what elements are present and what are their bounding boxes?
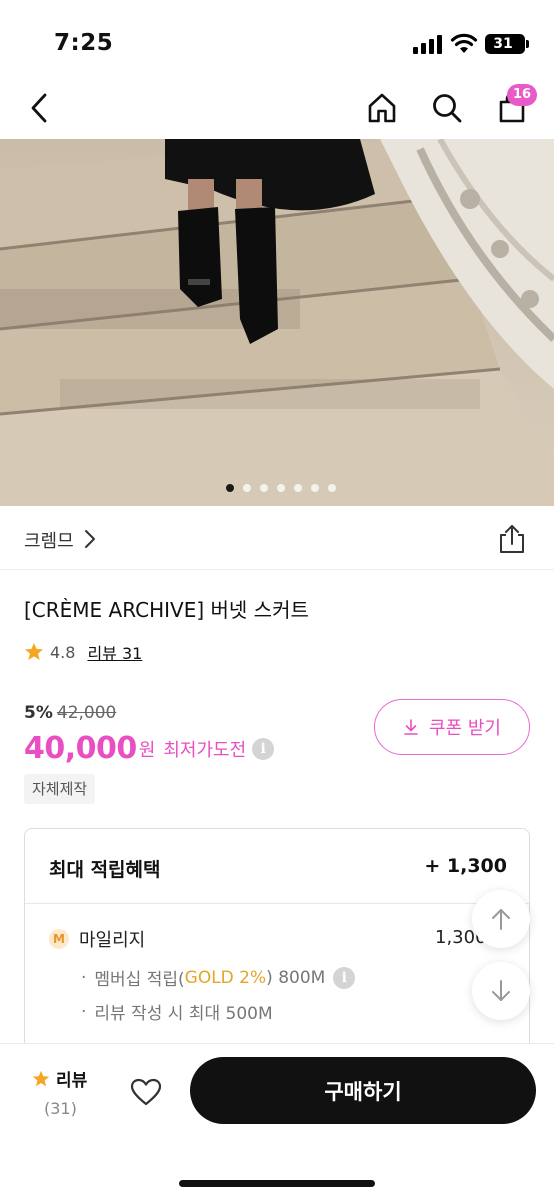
discount-row: 5% 42,000 bbox=[24, 703, 116, 723]
carousel-dot[interactable] bbox=[311, 484, 319, 492]
buy-button[interactable]: 구매하기 bbox=[190, 1057, 536, 1124]
points-title: 최대 적립혜택 bbox=[49, 859, 161, 881]
carousel-dot[interactable] bbox=[328, 484, 336, 492]
arrow-up-icon bbox=[492, 909, 510, 930]
carousel-dot[interactable] bbox=[294, 484, 302, 492]
cellular-signal-icon bbox=[413, 34, 443, 54]
product-image-carousel[interactable] bbox=[0, 139, 554, 506]
home-indicator bbox=[179, 1180, 375, 1187]
status-bar: 7:25 31 bbox=[0, 0, 554, 80]
mileage-row: M 마일리지 bbox=[49, 927, 145, 951]
price-unit: 원 bbox=[138, 740, 156, 761]
sale-price: 40,000 bbox=[24, 731, 137, 766]
search-icon bbox=[433, 94, 462, 123]
bullet: · bbox=[81, 967, 87, 988]
original-price: 42,000 bbox=[56, 703, 117, 723]
heart-icon bbox=[130, 1078, 162, 1106]
points-total: + 1,300 bbox=[424, 855, 507, 877]
info-icon[interactable]: i bbox=[252, 738, 275, 760]
cart-count-badge: 16 bbox=[507, 84, 538, 106]
battery-icon: 31 bbox=[485, 34, 529, 54]
wishlist-button[interactable] bbox=[124, 1072, 168, 1112]
home-icon bbox=[368, 93, 396, 123]
carousel-dot[interactable] bbox=[226, 484, 234, 492]
price-row: 40,000 원 최저가도전 i bbox=[24, 726, 275, 766]
carousel-dots bbox=[226, 482, 336, 494]
bottom-action-bar: 리뷰 (31) 구매하기 bbox=[0, 1044, 554, 1200]
product-photo bbox=[0, 139, 554, 506]
bullet: · bbox=[81, 1001, 87, 1022]
download-icon bbox=[404, 719, 418, 735]
buy-button-label: 구매하기 bbox=[324, 1079, 402, 1104]
product-title: [CRÈME ARCHIVE] 버넷 스커트 bbox=[24, 598, 309, 622]
wifi-icon bbox=[450, 33, 478, 53]
carousel-dot[interactable] bbox=[260, 484, 268, 492]
mileage-label: 마일리지 bbox=[79, 930, 146, 951]
bottom-review-count: (31) bbox=[44, 1099, 77, 1118]
review-link[interactable]: 리뷰 31 bbox=[87, 640, 142, 664]
nav-bar bbox=[0, 80, 554, 138]
back-arrow-icon bbox=[31, 93, 47, 123]
mileage-icon: M bbox=[49, 929, 69, 949]
review-points-line: · 리뷰 작성 시 최대 500M bbox=[81, 999, 273, 1025]
membership-suffix: ) 800M bbox=[266, 967, 326, 988]
star-icon bbox=[32, 1070, 50, 1086]
scroll-down-button[interactable] bbox=[472, 962, 530, 1020]
brand-name[interactable]: 크렘므 bbox=[24, 527, 74, 553]
points-benefit-box: 최대 적립혜택 + 1,300 M 마일리지 1,300 · 멤버십 적립(GO… bbox=[24, 828, 530, 1068]
self-made-badge: 자체제작 bbox=[24, 774, 96, 804]
rating-row: 4.8 리뷰 31 bbox=[24, 640, 142, 664]
carousel-dot[interactable] bbox=[277, 484, 285, 492]
home-button[interactable] bbox=[362, 88, 402, 128]
status-time: 7:25 bbox=[54, 30, 114, 56]
bottom-review-label: 리뷰 bbox=[56, 1071, 88, 1091]
star-icon bbox=[25, 643, 43, 660]
coupon-button[interactable]: 쿠폰 받기 bbox=[374, 699, 530, 755]
share-icon[interactable] bbox=[496, 523, 528, 555]
bottom-review-button[interactable]: 리뷰 (31) bbox=[32, 1066, 102, 1118]
carousel-dot[interactable] bbox=[243, 484, 251, 492]
membership-gold: GOLD 2% bbox=[184, 967, 267, 988]
membership-points-line: · 멤버십 적립(GOLD 2%) 800M i bbox=[81, 965, 356, 990]
battery-level: 31 bbox=[493, 36, 513, 52]
scroll-up-button[interactable] bbox=[472, 890, 530, 948]
search-button[interactable] bbox=[427, 88, 467, 128]
chevron-right-icon bbox=[85, 530, 95, 548]
membership-prefix: 멤버십 적립( bbox=[94, 970, 185, 990]
arrow-down-icon bbox=[492, 980, 510, 1001]
lowest-price-label: 최저가도전 bbox=[163, 740, 247, 761]
discount-rate: 5% bbox=[24, 703, 53, 723]
points-header[interactable]: 최대 적립혜택 + 1,300 bbox=[25, 829, 529, 904]
back-button[interactable] bbox=[20, 88, 60, 128]
rating-value: 4.8 bbox=[50, 642, 76, 662]
coupon-button-label: 쿠폰 받기 bbox=[429, 718, 501, 739]
review-points-text: 리뷰 작성 시 최대 500M bbox=[94, 1004, 273, 1024]
info-icon[interactable]: i bbox=[333, 966, 356, 989]
brand-row[interactable]: 크렘므 bbox=[0, 507, 554, 570]
